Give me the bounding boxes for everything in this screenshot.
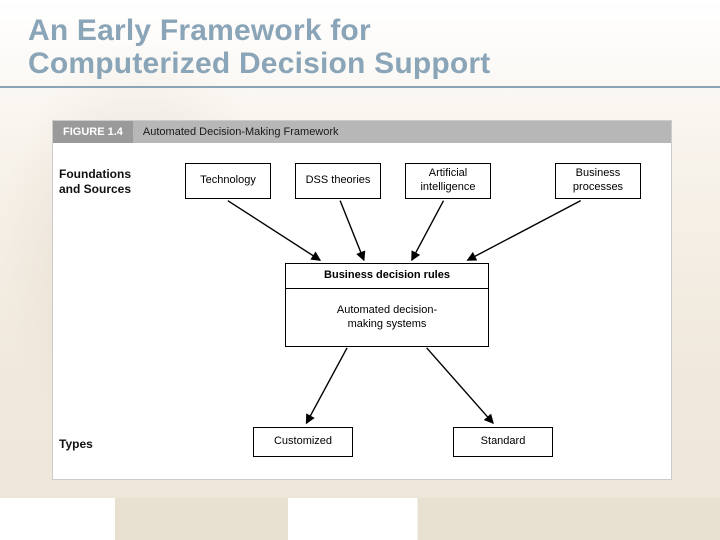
title-underline [0,86,720,88]
box-standard: Standard [453,427,553,457]
slide-title-line2: Computerized Decision Support [28,47,491,80]
box-business-decision-rules: Business decision rules [285,263,489,289]
slide-title-line1: An Early Framework for [28,14,371,47]
figure-header: FIGURE 1.4 Automated Decision-Making Fra… [53,121,671,143]
figure-caption: Automated Decision-Making Framework [133,126,339,138]
box-technology: Technology [185,163,271,199]
diagram-canvas: Foundations and Sources Types Technology… [53,143,671,479]
row-label-foundations: Foundations and Sources [59,167,149,197]
row-label-types: Types [59,437,93,452]
figure-number: FIGURE 1.4 [53,121,133,143]
figure-container: FIGURE 1.4 Automated Decision-Making Fra… [52,120,672,480]
box-customized: Customized [253,427,353,457]
box-business-processes: Business processes [555,163,641,199]
box-artificial-intelligence: Artificial intelligence [405,163,491,199]
slide-title: An Early Framework for Computerized Deci… [28,14,700,80]
box-automated-systems: Automated decision- making systems [285,289,489,347]
box-dss-theories: DSS theories [295,163,381,199]
slide-footer-strip [0,498,720,540]
